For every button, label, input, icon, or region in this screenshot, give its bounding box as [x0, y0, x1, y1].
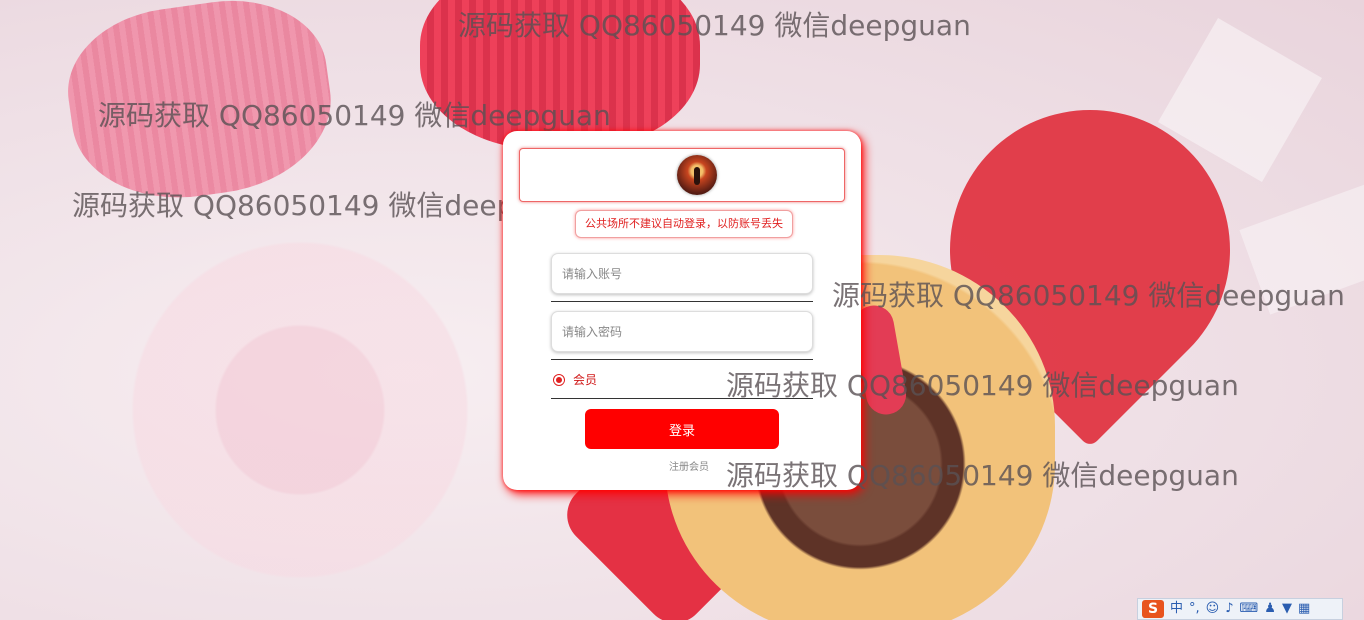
login-button[interactable]: 登录 — [585, 409, 779, 449]
keyboard-icon[interactable]: ⌨ — [1240, 600, 1259, 618]
ime-toolbar: S 中 °, ☺ ♪ ⌨ ♟ ▼ ▦ — [1137, 598, 1343, 620]
watermark-text: 源码获取 QQ86050149 微信deepguan — [98, 99, 611, 132]
divider — [551, 359, 813, 360]
role-radio[interactable] — [553, 373, 565, 386]
register-link[interactable]: 注册会员 — [669, 458, 709, 473]
divider — [551, 301, 813, 302]
microphone-icon[interactable]: ♪ — [1225, 600, 1233, 618]
ime-logo-icon[interactable]: S — [1142, 600, 1164, 618]
ime-punct-toggle[interactable]: °, — [1189, 600, 1200, 618]
ime-mode-toggle[interactable]: 中 — [1170, 600, 1183, 618]
role-option-member[interactable]: 会员 — [553, 371, 597, 388]
smile-icon[interactable]: ☺ — [1206, 600, 1220, 618]
security-notice: 公共场所不建议自动登录，以防账号丢失 — [575, 210, 793, 238]
user-icon[interactable]: ♟ — [1264, 600, 1276, 618]
login-card: 公共场所不建议自动登录，以防账号丢失 会员 登录 注册会员 — [503, 131, 861, 490]
username-input[interactable] — [551, 253, 813, 294]
logo-header — [519, 148, 845, 202]
password-input[interactable] — [551, 311, 813, 352]
grid-icon[interactable]: ▦ — [1298, 600, 1310, 618]
shirt-icon[interactable]: ▼ — [1282, 600, 1292, 618]
watermark-text: 源码获取 QQ86050149 微信deepguan — [458, 9, 971, 42]
paper-lace — [90, 230, 510, 590]
watermark-text: 源码获取 QQ86050149 微信deepguan — [726, 369, 1239, 402]
site-logo-avatar — [677, 155, 717, 195]
watermark-text: 源码获取 QQ86050149 微信deepguan — [726, 459, 1239, 492]
watermark-text: 源码获取 QQ86050149 微信deepguan — [832, 279, 1345, 312]
role-label: 会员 — [573, 373, 598, 387]
